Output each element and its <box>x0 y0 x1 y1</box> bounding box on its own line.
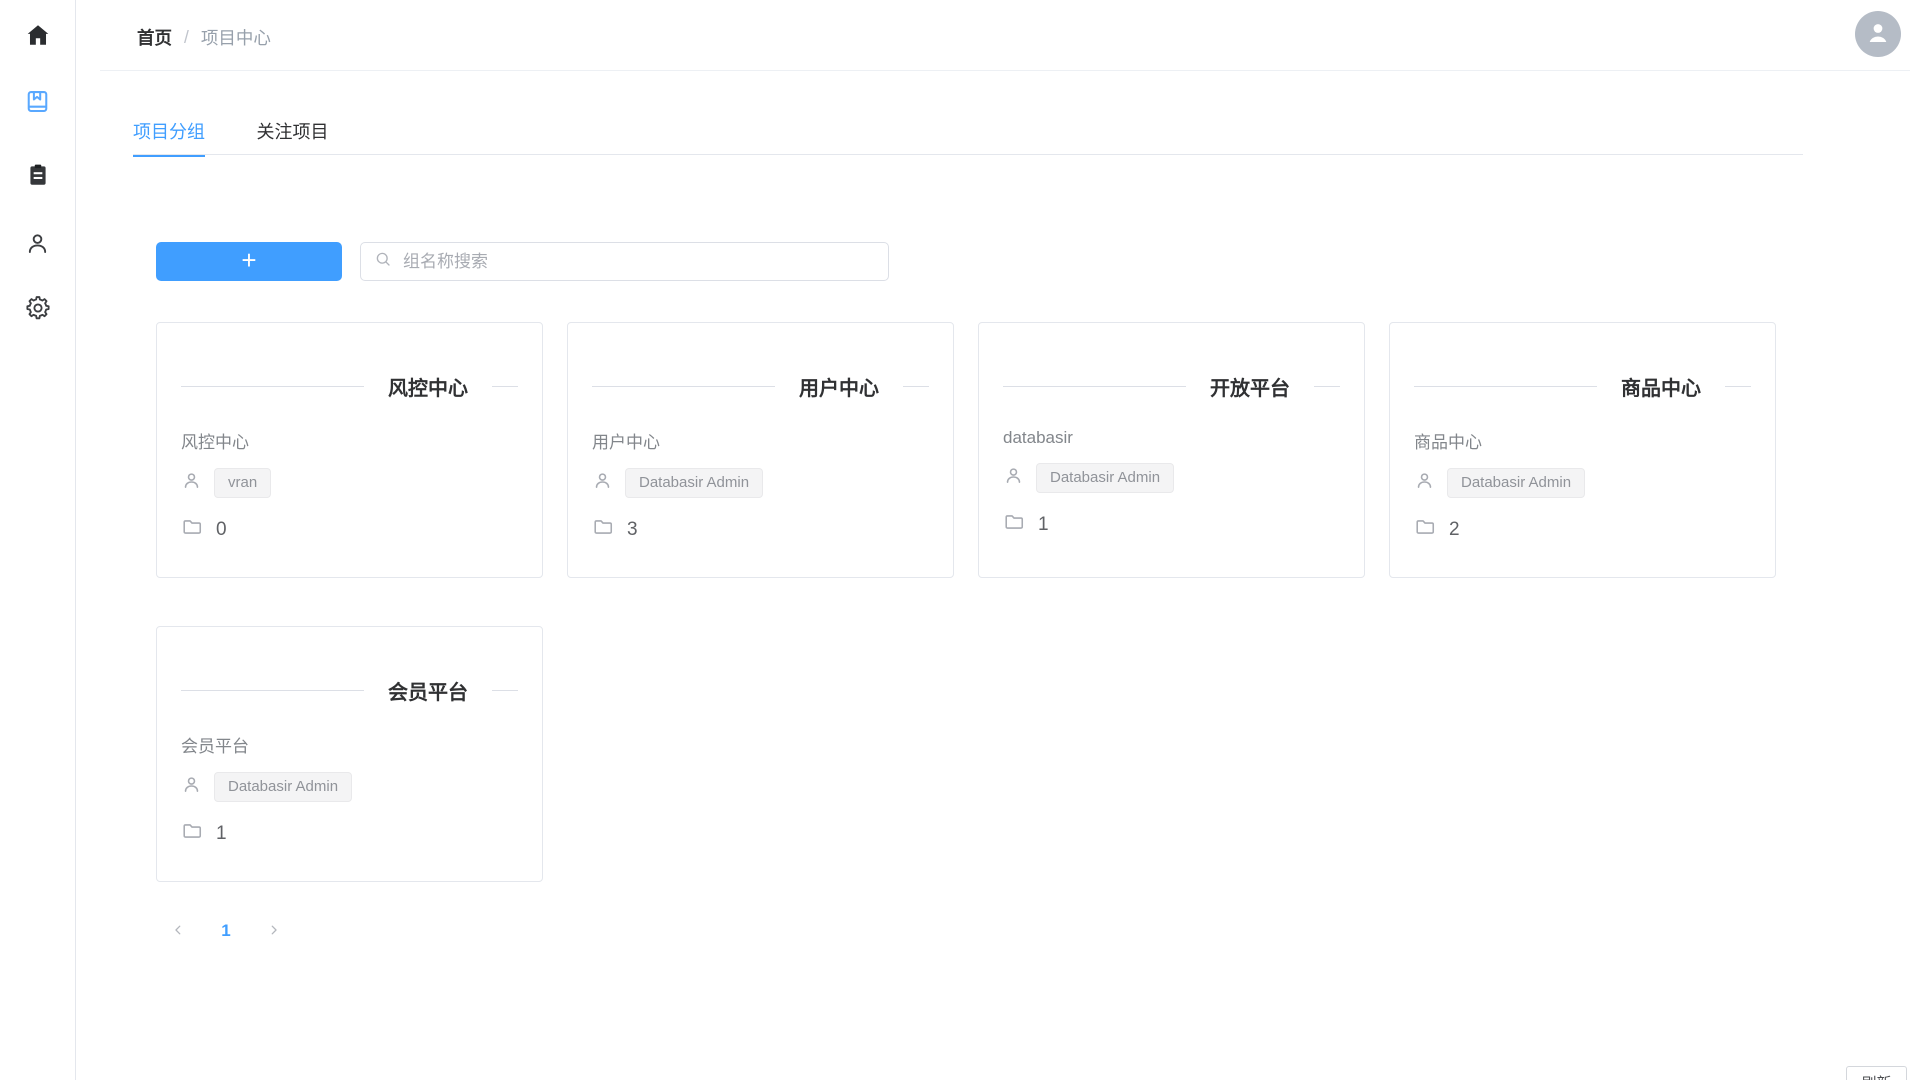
settings-gear-icon <box>24 294 52 327</box>
user-icon <box>181 774 214 800</box>
owner-tag: vran <box>214 468 271 498</box>
group-description: 用户中心 <box>592 428 929 453</box>
group-card[interactable]: 用户中心 用户中心 Databasir Admin 3 <box>567 322 954 578</box>
breadcrumb-separator: / <box>184 27 189 48</box>
group-description: 会员平台 <box>181 732 518 757</box>
group-title: 商品中心 <box>1621 372 1701 401</box>
group-card-grid: 风控中心 风控中心 vran 0 用户中心 <box>156 322 1816 882</box>
group-title: 会员平台 <box>388 676 468 705</box>
owner-tag: Databasir Admin <box>625 468 763 498</box>
folder-icon <box>1003 511 1025 538</box>
chevron-left-icon <box>171 923 185 940</box>
owner-tag: Databasir Admin <box>1447 468 1585 498</box>
group-description: databasir <box>1003 428 1340 448</box>
project-count-row: 1 <box>1003 511 1340 538</box>
user-icon <box>24 230 51 262</box>
chevron-right-icon <box>267 923 281 940</box>
project-count-row: 0 <box>181 516 518 543</box>
project-count: 1 <box>216 823 227 845</box>
sidebar-item-projects[interactable] <box>0 88 75 120</box>
sidebar-item-users[interactable] <box>0 230 75 262</box>
folder-icon <box>1414 516 1436 543</box>
sidebar <box>0 0 76 1080</box>
corner-widget[interactable]: 刷新 <box>1846 1066 1907 1080</box>
breadcrumb-current: 项目中心 <box>201 25 271 50</box>
owner-row: Databasir Admin <box>1414 468 1751 498</box>
group-card[interactable]: 会员平台 会员平台 Databasir Admin 1 <box>156 626 543 882</box>
project-center-page: 首页 / 项目中心 项目分组 关注项目 + <box>0 0 1910 1080</box>
tabs-baseline <box>133 154 1803 155</box>
user-icon <box>592 470 625 496</box>
plus-icon: + <box>241 247 256 273</box>
project-count: 2 <box>1449 519 1460 541</box>
home-icon <box>25 22 51 53</box>
owner-row: vran <box>181 468 518 498</box>
clipboard-icon <box>25 162 51 193</box>
projects-book-icon <box>24 88 51 120</box>
user-icon <box>181 470 214 496</box>
project-count: 0 <box>216 519 227 541</box>
group-card[interactable]: 商品中心 商品中心 Databasir Admin 2 <box>1389 322 1776 578</box>
tabs: 项目分组 关注项目 <box>133 122 328 157</box>
header-divider <box>100 70 1910 71</box>
owner-tag: Databasir Admin <box>214 772 352 802</box>
group-search-input[interactable] <box>401 251 875 273</box>
project-count: 1 <box>1038 514 1049 536</box>
group-search-box[interactable] <box>360 242 889 281</box>
avatar-user-icon <box>1863 17 1893 52</box>
owner-tag: Databasir Admin <box>1036 463 1174 493</box>
owner-row: Databasir Admin <box>1003 463 1340 493</box>
owner-row: Databasir Admin <box>181 772 518 802</box>
user-icon <box>1414 470 1447 496</box>
card-header: 用户中心 <box>592 372 929 401</box>
add-group-button[interactable]: + <box>156 242 342 281</box>
breadcrumb: 首页 / 项目中心 <box>137 25 271 50</box>
folder-icon <box>592 516 614 543</box>
card-header: 风控中心 <box>181 372 518 401</box>
card-header: 商品中心 <box>1414 372 1751 401</box>
corner-widget-label: 刷新 <box>1861 1072 1891 1080</box>
project-count-row: 3 <box>592 516 929 543</box>
owner-row: Databasir Admin <box>592 468 929 498</box>
folder-icon <box>181 820 203 847</box>
tab-followed-projects[interactable]: 关注项目 <box>256 122 328 155</box>
group-card[interactable]: 风控中心 风控中心 vran 0 <box>156 322 543 578</box>
sidebar-item-home[interactable] <box>0 22 75 53</box>
sidebar-item-settings[interactable] <box>0 294 75 327</box>
pagination-next-button[interactable] <box>258 915 290 947</box>
search-icon <box>374 250 392 273</box>
pagination-page-1[interactable]: 1 <box>210 921 242 941</box>
card-header: 会员平台 <box>181 676 518 705</box>
group-title: 用户中心 <box>799 372 879 401</box>
pagination: 1 <box>162 915 290 947</box>
card-header: 开放平台 <box>1003 372 1340 401</box>
group-description: 商品中心 <box>1414 428 1751 453</box>
user-avatar[interactable] <box>1855 11 1901 57</box>
project-count-row: 1 <box>181 820 518 847</box>
sidebar-item-tasks[interactable] <box>0 162 75 193</box>
group-description: 风控中心 <box>181 428 518 453</box>
group-title: 风控中心 <box>388 372 468 401</box>
user-icon <box>1003 465 1036 491</box>
tab-project-groups[interactable]: 项目分组 <box>133 122 205 157</box>
project-count: 3 <box>627 519 638 541</box>
group-title: 开放平台 <box>1210 372 1290 401</box>
pagination-prev-button[interactable] <box>162 915 194 947</box>
group-card[interactable]: 开放平台 databasir Databasir Admin 1 <box>978 322 1365 578</box>
project-count-row: 2 <box>1414 516 1751 543</box>
breadcrumb-home-link[interactable]: 首页 <box>137 25 172 50</box>
folder-icon <box>181 516 203 543</box>
